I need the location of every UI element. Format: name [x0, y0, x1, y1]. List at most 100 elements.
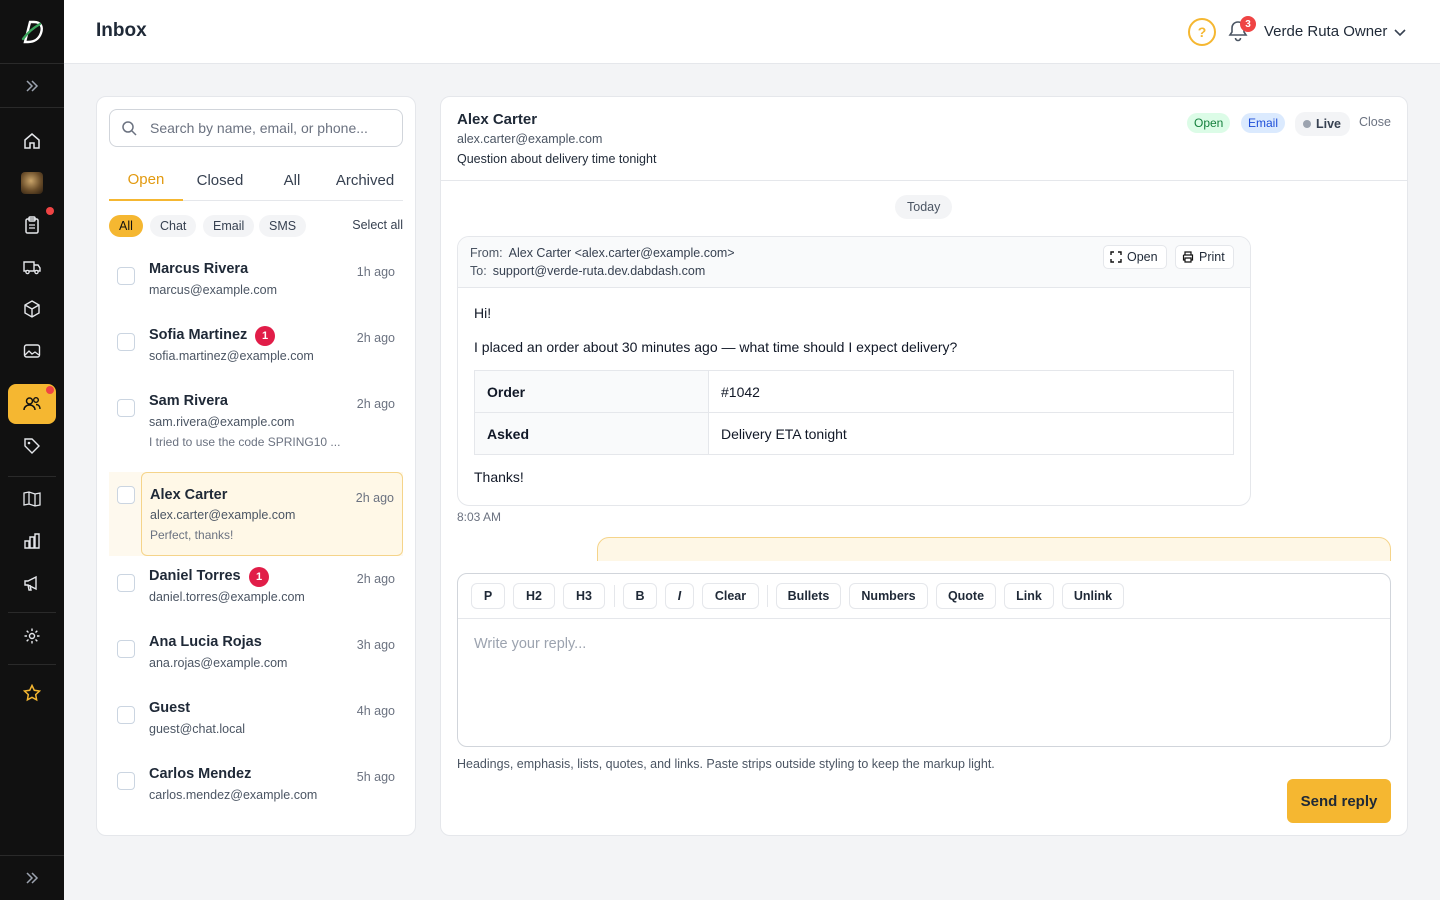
search-input[interactable]: [150, 110, 390, 146]
contact-email: guest@chat.local: [149, 722, 246, 736]
live-label: Live: [1316, 117, 1342, 131]
conversation-time: 2h ago: [355, 491, 394, 505]
nav-marketing[interactable]: [8, 563, 56, 603]
conversation-summary[interactable]: Guest guest@chat.local 4h ago: [141, 694, 403, 758]
user-menu-toggle[interactable]: [1392, 24, 1408, 45]
printer-icon: [1182, 251, 1194, 263]
channel-badge: Email: [1241, 113, 1286, 133]
brand-logo[interactable]: [0, 0, 64, 64]
contact-name: Sofia Martinez: [149, 327, 248, 343]
gear-icon: [24, 628, 40, 644]
conversation-row[interactable]: Guest guest@chat.local 4h ago: [109, 694, 403, 758]
tab-archived[interactable]: Archived: [327, 159, 403, 201]
reply-editor[interactable]: Write your reply...: [474, 636, 586, 652]
tab-all[interactable]: All: [257, 159, 327, 201]
row-checkbox[interactable]: [117, 706, 135, 724]
star-icon: [23, 684, 41, 702]
italic-button[interactable]: I: [665, 583, 694, 609]
order-info-table: Order #1042 Asked Delivery ETA tonight: [474, 370, 1234, 455]
row-checkbox[interactable]: [117, 399, 135, 417]
reply-composer: P H2 H3 B I Clear Bullets Numbers Quote …: [457, 573, 1391, 747]
filter-sms[interactable]: SMS: [259, 215, 307, 237]
conversation-summary[interactable]: Sam Rivera sam.rivera@example.com I tried …: [141, 387, 403, 469]
chevrons-right-icon: [26, 79, 39, 92]
row-checkbox[interactable]: [117, 486, 135, 504]
collapse-sidebar-button[interactable]: [0, 855, 64, 900]
conversation-time: 2h ago: [356, 397, 395, 411]
help-button[interactable]: ?: [1188, 18, 1216, 46]
conversation-row[interactable]: Sofia Martinez 1 sofia.martinez@example.co…: [109, 321, 403, 385]
link-button[interactable]: Link: [1004, 583, 1054, 609]
nav-products[interactable]: [8, 289, 56, 329]
search-icon: [121, 120, 137, 141]
paragraph-button[interactable]: P: [471, 583, 505, 609]
live-toggle[interactable]: Live: [1295, 112, 1351, 136]
conversation-row[interactable]: Daniel Torres 1 daniel.torres@example.com 2…: [109, 562, 403, 626]
print-message-button[interactable]: Print: [1175, 245, 1234, 269]
bar-chart-icon: [24, 533, 40, 549]
heading2-button[interactable]: H2: [513, 583, 555, 609]
image-icon: [23, 344, 41, 358]
nav-analytics[interactable]: [8, 521, 56, 561]
conversation-row[interactable]: Sam Rivera sam.rivera@example.com I tried …: [109, 387, 403, 469]
clear-format-button[interactable]: Clear: [702, 583, 759, 609]
expand-sidebar-button[interactable]: [0, 64, 64, 108]
nav-delivery[interactable]: [8, 247, 56, 287]
heading3-button[interactable]: H3: [563, 583, 605, 609]
conversation-summary[interactable]: Marcus Rivera marcus@example.com 1h ago: [141, 255, 403, 319]
nav-media[interactable]: [8, 331, 56, 371]
nav-settings[interactable]: [8, 616, 56, 656]
conversation-summary[interactable]: Alex Carter alex.carter@example.com Perfec…: [141, 472, 403, 556]
search-box: [109, 109, 403, 147]
conversation-row[interactable]: Ana Lucia Rojas ana.rojas@example.com 3h a…: [109, 628, 403, 692]
conversation-summary[interactable]: Ana Lucia Rojas ana.rojas@example.com 3h a…: [141, 628, 403, 692]
conversation-row[interactable]: Alex Carter alex.carter@example.com Perfec…: [109, 472, 403, 556]
filter-all[interactable]: All: [109, 215, 143, 237]
email-text: I placed an order about 30 minutes ago —…: [474, 339, 958, 355]
send-reply-button[interactable]: Send reply: [1287, 779, 1391, 823]
nav-menu-book[interactable]: [8, 479, 56, 519]
open-message-button[interactable]: Open: [1103, 245, 1167, 269]
channel-filters: All Chat Email SMS Select all: [109, 215, 403, 237]
tab-open[interactable]: Open: [109, 159, 183, 201]
conversation-summary[interactable]: Sofia Martinez 1 sofia.martinez@example.co…: [141, 321, 403, 385]
row-checkbox[interactable]: [117, 640, 135, 658]
nav-store[interactable]: [8, 163, 56, 203]
conversation-summary[interactable]: Daniel Torres 1 daniel.torres@example.com 2…: [141, 562, 403, 626]
nav-discounts[interactable]: [8, 426, 56, 466]
conversation-row[interactable]: Carlos Mendez carlos.mendez@example.com 5h…: [109, 760, 403, 824]
user-menu-name[interactable]: Verde Ruta Owner: [1264, 23, 1387, 40]
bullets-button[interactable]: Bullets: [776, 583, 841, 609]
conversation-summary[interactable]: Carlos Mendez carlos.mendez@example.com 5h…: [141, 760, 403, 824]
email-greeting: Hi!: [474, 305, 492, 321]
bold-button[interactable]: B: [623, 583, 657, 609]
conversation-time: 1h ago: [356, 265, 395, 279]
contact-email: sofia.martinez@example.com: [149, 349, 314, 363]
filter-email[interactable]: Email: [203, 215, 255, 237]
conversation-row[interactable]: Marcus Rivera marcus@example.com 1h ago: [109, 255, 403, 319]
help-circle-icon: ?: [1197, 24, 1207, 40]
nav-favorites[interactable]: [8, 673, 56, 713]
message-thread[interactable]: Today From: Alex Carter <alex.carter@exam…: [441, 181, 1407, 561]
nav-home[interactable]: [8, 121, 56, 161]
page-title: Inbox: [96, 20, 147, 41]
close-conversation-button[interactable]: Close: [1359, 115, 1391, 129]
row-checkbox[interactable]: [117, 267, 135, 285]
tab-closed[interactable]: Closed: [183, 159, 257, 201]
row-checkbox[interactable]: [117, 772, 135, 790]
contact-email: alex.carter@example.com: [457, 132, 603, 146]
row-checkbox[interactable]: [117, 333, 135, 351]
row-checkbox[interactable]: [117, 574, 135, 592]
contact-name: Alex Carter: [150, 487, 228, 503]
quote-button[interactable]: Quote: [936, 583, 996, 609]
email-message-header: From: Alex Carter <alex.carter@example.co…: [458, 237, 1250, 288]
numbers-button[interactable]: Numbers: [849, 583, 928, 609]
message-preview: I tried to use the code SPRING10 ...: [149, 435, 341, 449]
status-badge: Open: [1187, 113, 1231, 133]
filter-chat[interactable]: Chat: [150, 215, 197, 237]
day-separator: Today: [895, 195, 953, 219]
logo-icon: [21, 20, 43, 43]
unlink-button[interactable]: Unlink: [1062, 583, 1124, 609]
users-icon: [23, 397, 41, 411]
select-all-link[interactable]: Select all: [352, 218, 403, 232]
